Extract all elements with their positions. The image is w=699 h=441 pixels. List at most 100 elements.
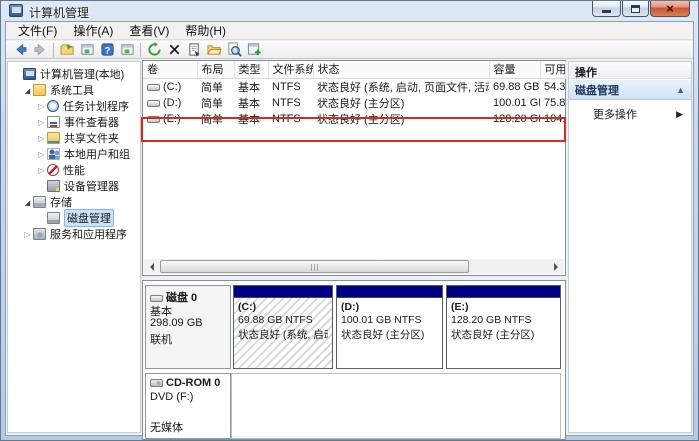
tree-item-label: 磁盘管理 <box>64 209 114 227</box>
tree-item-local-users-groups[interactable]: 本地用户和组 <box>8 146 140 162</box>
menu-action[interactable]: 操作(A) <box>65 22 121 39</box>
annotation-highlight-box <box>141 117 566 142</box>
task-scheduler-icon <box>47 100 59 112</box>
partition-status: 状态良好 (主分区) <box>451 327 556 340</box>
tree-item-shared-folders[interactable]: 共享文件夹 <box>8 130 140 146</box>
scroll-right-arrow[interactable] <box>548 259 564 274</box>
partition-status: 状态良好 (主分区) <box>341 327 438 340</box>
tree-item-label: 共享文件夹 <box>64 130 119 146</box>
cdrom-media: DVD (F:) <box>150 391 226 405</box>
expander-icon[interactable] <box>36 150 47 159</box>
close-button[interactable]: × <box>650 1 690 17</box>
expander-icon[interactable] <box>36 118 47 127</box>
delete-icon[interactable] <box>164 42 184 58</box>
horizontal-scrollbar[interactable] <box>144 259 564 274</box>
properties-icon[interactable] <box>184 42 204 58</box>
col-layout[interactable]: 布局 <box>197 61 234 78</box>
console-window-icon[interactable] <box>77 42 97 58</box>
tree-item-system-tools[interactable]: 系统工具 <box>8 82 140 98</box>
drive-icon <box>147 100 160 107</box>
actions-group-label: 磁盘管理 <box>575 82 619 98</box>
menu-file[interactable]: 文件(F) <box>10 22 65 39</box>
maximize-icon <box>631 5 640 13</box>
close-icon: × <box>666 2 674 15</box>
collapse-icon[interactable]: ▲ <box>676 85 685 95</box>
tree-item-storage[interactable]: 存储 <box>8 194 140 210</box>
primary-partition-band <box>447 286 560 298</box>
find-icon[interactable] <box>224 42 244 58</box>
tree-item-task-scheduler[interactable]: 任务计划程序 <box>8 98 140 114</box>
tree-item-services-applications[interactable]: 服务和应用程序 <box>8 226 140 242</box>
cdrom-empty-region[interactable] <box>231 373 561 439</box>
scroll-left-arrow[interactable] <box>144 259 160 274</box>
cdrom0-info-box[interactable]: CD-ROM 0 DVD (F:) 无媒体 <box>145 373 231 439</box>
performance-icon <box>47 164 59 176</box>
volume-fs: NTFS <box>268 95 313 111</box>
col-volume[interactable]: 卷 <box>143 61 197 78</box>
actions-title: 操作 <box>569 62 691 79</box>
partition-d[interactable]: (D:) 100.01 GB NTFS 状态良好 (主分区) <box>336 285 443 369</box>
partition-e[interactable]: (E:) 128.20 GB NTFS 状态良好 (主分区) <box>446 285 561 369</box>
partition-c[interactable]: (C:) 69.88 GB NTFS 状态良好 (系统, 启动, 页面 <box>233 285 333 369</box>
tree-item-disk-management[interactable]: 磁盘管理 <box>8 210 140 226</box>
disk-icon <box>150 295 163 302</box>
volume-capacity: 69.88 GB <box>489 78 540 95</box>
tree-item-event-viewer[interactable]: 事件查看器 <box>8 114 140 130</box>
drive-icon <box>147 84 160 91</box>
refresh-icon[interactable] <box>144 42 164 58</box>
tree-item-label: 性能 <box>63 162 85 178</box>
volume-row-d[interactable]: (D:) 简单 基本 NTFS 状态良好 (主分区) 100.01 GB 75.… <box>143 95 565 111</box>
volume-list-header: 卷 布局 类型 文件系统 状态 容量 可用空间 <box>143 61 565 78</box>
tree-item-label: 任务计划程序 <box>63 98 129 114</box>
console-window-icon[interactable] <box>117 42 137 58</box>
expander-icon[interactable] <box>36 134 47 143</box>
volume-free: 54.3 <box>540 78 565 95</box>
minimize-button[interactable] <box>592 1 621 17</box>
back-icon[interactable] <box>10 42 30 58</box>
expander-icon[interactable] <box>36 102 47 111</box>
disk-label: 磁盘 0 <box>166 292 197 303</box>
system-tools-icon <box>33 84 46 96</box>
partition-name: (D:) <box>341 301 438 314</box>
primary-partition-band <box>234 286 332 298</box>
help-icon[interactable]: ? <box>97 42 117 58</box>
volume-type: 基本 <box>234 78 268 95</box>
tree-item-label: 本地用户和组 <box>64 146 130 162</box>
partition-name: (C:) <box>238 301 328 314</box>
more-actions-item[interactable]: 更多操作 ▶ <box>569 105 691 123</box>
expander-icon[interactable] <box>36 166 47 175</box>
disk-graphical-view: 磁盘 0 基本 298.09 GB 联机 (C:) 69.88 GB NTFS … <box>142 280 566 440</box>
tree-item-device-manager[interactable]: 设备管理器 <box>8 178 140 194</box>
open-folder-icon[interactable] <box>204 42 224 58</box>
tree-item-performance[interactable]: 性能 <box>8 162 140 178</box>
expander-icon[interactable] <box>22 198 33 207</box>
disk-capacity: 298.09 GB <box>150 317 226 331</box>
col-status[interactable]: 状态 <box>313 61 489 78</box>
menu-help[interactable]: 帮助(H) <box>177 22 234 39</box>
tree-item-label: 设备管理器 <box>64 178 119 194</box>
minimize-icon <box>602 10 611 13</box>
volume-row-c[interactable]: (C:) 简单 基本 NTFS 状态良好 (系统, 启动, 页面文件, 活动, … <box>143 78 565 95</box>
expander-icon[interactable] <box>22 230 33 239</box>
actions-group-disk-management[interactable]: 磁盘管理 ▲ <box>569 80 691 100</box>
titlebar[interactable]: 计算机管理 × <box>1 1 698 21</box>
add-remove-snapin-icon[interactable] <box>244 42 264 58</box>
col-type[interactable]: 类型 <box>234 61 268 78</box>
tree-item-label: 存储 <box>50 194 72 210</box>
col-filesystem[interactable]: 文件系统 <box>268 61 313 78</box>
col-capacity[interactable]: 容量 <box>489 61 540 78</box>
show-hide-console-tree-icon[interactable] <box>57 42 77 58</box>
volume-list: 卷 布局 类型 文件系统 状态 容量 可用空间 (C:) 简单 基本 NTFS … <box>142 60 566 276</box>
disk0-info-box[interactable]: 磁盘 0 基本 298.09 GB 联机 <box>145 285 231 369</box>
tree-item-computer-management[interactable]: 计算机管理(本地) <box>8 66 140 82</box>
forward-icon[interactable] <box>30 42 50 58</box>
scrollbar-thumb[interactable] <box>160 260 469 273</box>
storage-icon <box>33 196 46 208</box>
client-area: 文件(F) 操作(A) 查看(V) 帮助(H) ? <box>5 21 694 436</box>
expander-icon[interactable] <box>22 86 33 95</box>
volume-free: 75.8 <box>540 95 565 111</box>
col-free-space[interactable]: 可用空间 <box>540 61 565 78</box>
partition-size: 128.20 GB NTFS <box>451 314 556 327</box>
maximize-button[interactable] <box>622 1 649 17</box>
menu-view[interactable]: 查看(V) <box>121 22 177 39</box>
